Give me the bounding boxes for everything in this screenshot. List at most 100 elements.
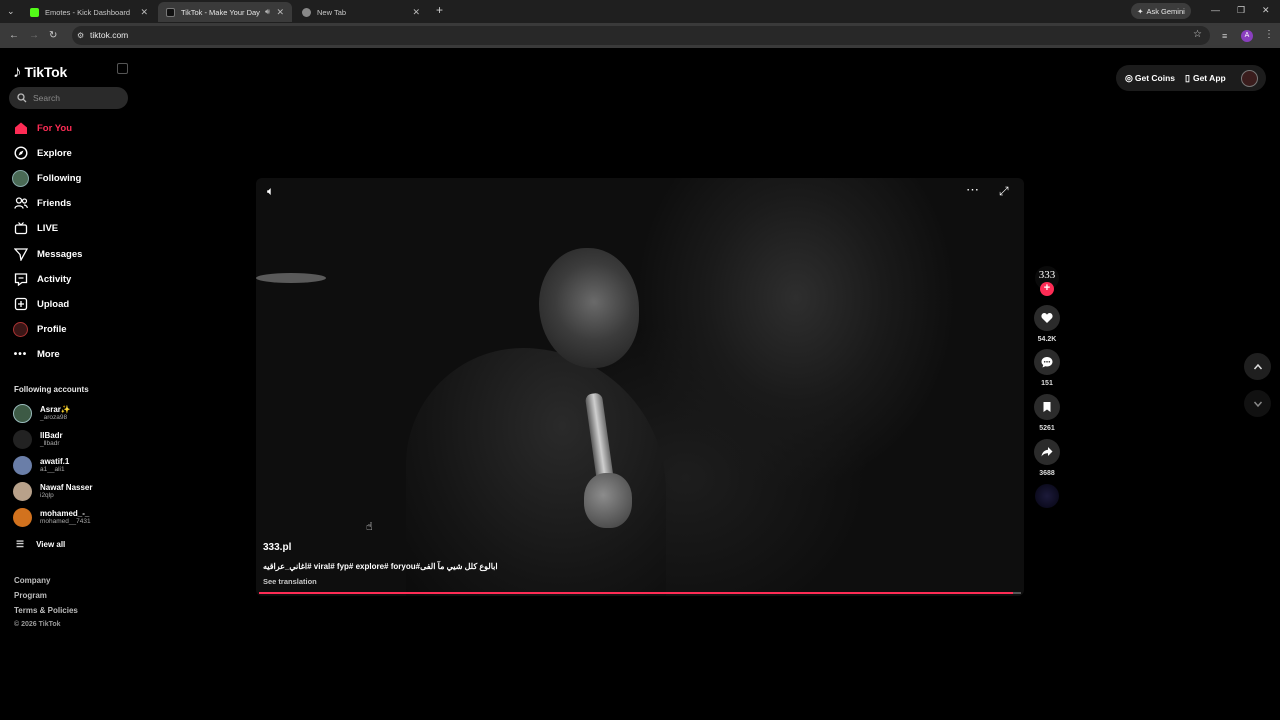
sidebar-item-explore[interactable]: Explore bbox=[12, 143, 72, 163]
get-coins-button[interactable]: ◎ Get Coins bbox=[1125, 73, 1175, 84]
view-all-button[interactable]: ☰ View all bbox=[16, 539, 65, 550]
account-name: Nawaf Nasser bbox=[40, 483, 93, 492]
new-tab-button[interactable]: + bbox=[436, 4, 443, 16]
account-handle: i2qlp bbox=[40, 492, 54, 499]
following-account[interactable]: Asrar✨ _aroza98 bbox=[13, 404, 71, 423]
sidebar-item-label: Following bbox=[37, 172, 82, 184]
footer-link-terms[interactable]: Terms & Policies bbox=[14, 606, 78, 615]
back-icon[interactable]: ← bbox=[9, 31, 19, 41]
bookmark-icon bbox=[1043, 402, 1051, 412]
browser-tab-newtab[interactable]: New Tab ✕ bbox=[294, 2, 428, 22]
sidebar-item-more[interactable]: ••• More bbox=[12, 344, 60, 364]
close-window-icon[interactable]: ✕ bbox=[1262, 5, 1270, 16]
sidebar-item-following[interactable]: Following bbox=[12, 168, 81, 188]
account-handle: _aroza98 bbox=[40, 414, 68, 421]
sidebar-item-for-you[interactable]: For You bbox=[12, 118, 72, 138]
more-options-icon[interactable]: ⋯ bbox=[966, 182, 979, 198]
sidebar-item-friends[interactable]: Friends bbox=[12, 193, 71, 213]
footer-link-company[interactable]: Company bbox=[14, 576, 50, 585]
search-input[interactable] bbox=[33, 93, 113, 103]
browser-menu-icon[interactable]: ⋮ bbox=[1264, 30, 1274, 40]
browser-tabstrip: ⌄ Emotes - Kick Dashboard ✕ TikTok - Mak… bbox=[0, 0, 1280, 23]
ask-gemini-button[interactable]: ✦ Ask Gemini bbox=[1131, 3, 1191, 19]
coin-icon: ◎ bbox=[1125, 72, 1133, 83]
search-box[interactable] bbox=[9, 87, 128, 109]
sidebar-item-messages[interactable]: Messages bbox=[12, 244, 82, 264]
account-name: Asrar✨ bbox=[40, 405, 71, 414]
following-avatar-icon bbox=[12, 169, 29, 187]
forward-icon[interactable]: → bbox=[29, 31, 39, 41]
sidebar-item-live[interactable]: LIVE bbox=[12, 218, 58, 238]
home-icon bbox=[12, 120, 29, 137]
share-arrow-icon bbox=[1041, 447, 1053, 457]
avatar bbox=[13, 482, 32, 501]
get-app-label: Get App bbox=[1192, 73, 1226, 83]
more-dots-icon: ••• bbox=[13, 348, 28, 360]
see-translation-link[interactable]: See translation bbox=[263, 577, 317, 586]
live-tv-icon bbox=[12, 220, 29, 237]
address-bar[interactable]: ⚙ tiktok.com ☆ bbox=[72, 26, 1210, 45]
get-app-button[interactable]: ▯ Get App bbox=[1185, 73, 1226, 84]
gemini-spark-icon: ✦ bbox=[1137, 6, 1144, 16]
close-icon[interactable]: ✕ bbox=[412, 7, 420, 18]
share-button[interactable] bbox=[1034, 439, 1060, 465]
sidebar-item-profile[interactable]: Profile bbox=[12, 319, 67, 339]
follow-button[interactable]: + bbox=[1040, 282, 1054, 296]
account-handle: mohamed__7431 bbox=[40, 518, 91, 525]
following-account[interactable]: llBadr _llbadr bbox=[13, 430, 63, 449]
restore-icon[interactable]: ❐ bbox=[1237, 5, 1245, 16]
user-avatar[interactable] bbox=[1241, 69, 1258, 87]
mouse-cursor-icon: ☝︎ bbox=[366, 521, 373, 533]
speaker-icon[interactable]: 🔊︎ bbox=[265, 7, 270, 17]
collapse-sidebar-icon[interactable] bbox=[117, 63, 128, 74]
media-control-icon[interactable]: ≡ bbox=[1222, 31, 1227, 41]
share-count: 3688 bbox=[1039, 470, 1055, 477]
bookmark-button[interactable] bbox=[1034, 394, 1060, 420]
tab-search-chevron-icon[interactable]: ⌄ bbox=[7, 6, 15, 16]
copyright: © 2026 TikTok bbox=[14, 621, 61, 628]
account-handle: a1__ali1 bbox=[40, 466, 65, 473]
account-name: awatif.1 bbox=[40, 457, 70, 466]
next-video-button[interactable] bbox=[1244, 390, 1271, 417]
sidebar-item-label: Explore bbox=[37, 147, 72, 159]
comment-button[interactable] bbox=[1034, 349, 1060, 375]
top-actions: ◎ Get Coins ▯ Get App bbox=[1116, 65, 1266, 91]
tab-title: New Tab bbox=[317, 7, 347, 17]
close-icon[interactable]: ✕ bbox=[276, 7, 284, 18]
music-disc-icon[interactable] bbox=[1035, 484, 1059, 508]
footer-link-program[interactable]: Program bbox=[14, 591, 47, 600]
sidebar-item-label: Friends bbox=[37, 197, 72, 209]
sidebar-item-label: LIVE bbox=[37, 222, 59, 234]
site-info-icon[interactable]: ⚙ bbox=[77, 31, 84, 41]
sidebar-item-activity[interactable]: Activity bbox=[12, 269, 71, 289]
following-account[interactable]: Nawaf Nasser i2qlp bbox=[13, 482, 92, 501]
video-frame-detail bbox=[584, 473, 632, 528]
reload-icon[interactable]: ↻ bbox=[49, 31, 57, 41]
tiktok-logo[interactable]: ♪ TikTok bbox=[13, 62, 67, 82]
video-author[interactable]: 333.pl bbox=[263, 542, 291, 553]
plus-square-icon bbox=[12, 296, 29, 313]
minimize-icon[interactable]: — bbox=[1211, 5, 1220, 15]
bookmark-star-icon[interactable]: ☆ bbox=[1193, 30, 1202, 40]
previous-video-button[interactable] bbox=[1244, 353, 1271, 380]
bookmark-count: 5261 bbox=[1039, 425, 1055, 432]
fullscreen-icon[interactable]: ⤢ bbox=[999, 184, 1009, 199]
sidebar-item-label: Messages bbox=[37, 248, 83, 260]
video-player[interactable]: 🔈︎ ⋯ ⤢ 333.pl اغاني_عراقيه# viral# fyp# … bbox=[256, 178, 1024, 596]
account-name: mohamed_-_ bbox=[40, 509, 90, 518]
browser-tab-tiktok[interactable]: TikTok - Make Your Day 🔊︎ ✕ bbox=[158, 2, 292, 22]
compass-icon bbox=[12, 145, 29, 162]
following-account[interactable]: awatif.1 a1__ali1 bbox=[13, 456, 69, 475]
account-name: llBadr bbox=[40, 431, 63, 440]
list-icon: ☰ bbox=[16, 539, 25, 549]
avatar bbox=[13, 508, 32, 527]
sidebar-item-upload[interactable]: Upload bbox=[12, 294, 69, 314]
profile-avatar[interactable]: A bbox=[1241, 30, 1253, 42]
close-icon[interactable]: ✕ bbox=[140, 7, 148, 18]
video-progress-bar[interactable] bbox=[259, 592, 1021, 594]
volume-icon[interactable]: 🔈︎ bbox=[267, 184, 274, 199]
video-frame-detail bbox=[406, 348, 666, 596]
browser-tab-kick[interactable]: Emotes - Kick Dashboard ✕ bbox=[22, 2, 156, 22]
like-button[interactable] bbox=[1034, 305, 1060, 331]
following-account[interactable]: mohamed_-_ mohamed__7431 bbox=[13, 508, 91, 527]
